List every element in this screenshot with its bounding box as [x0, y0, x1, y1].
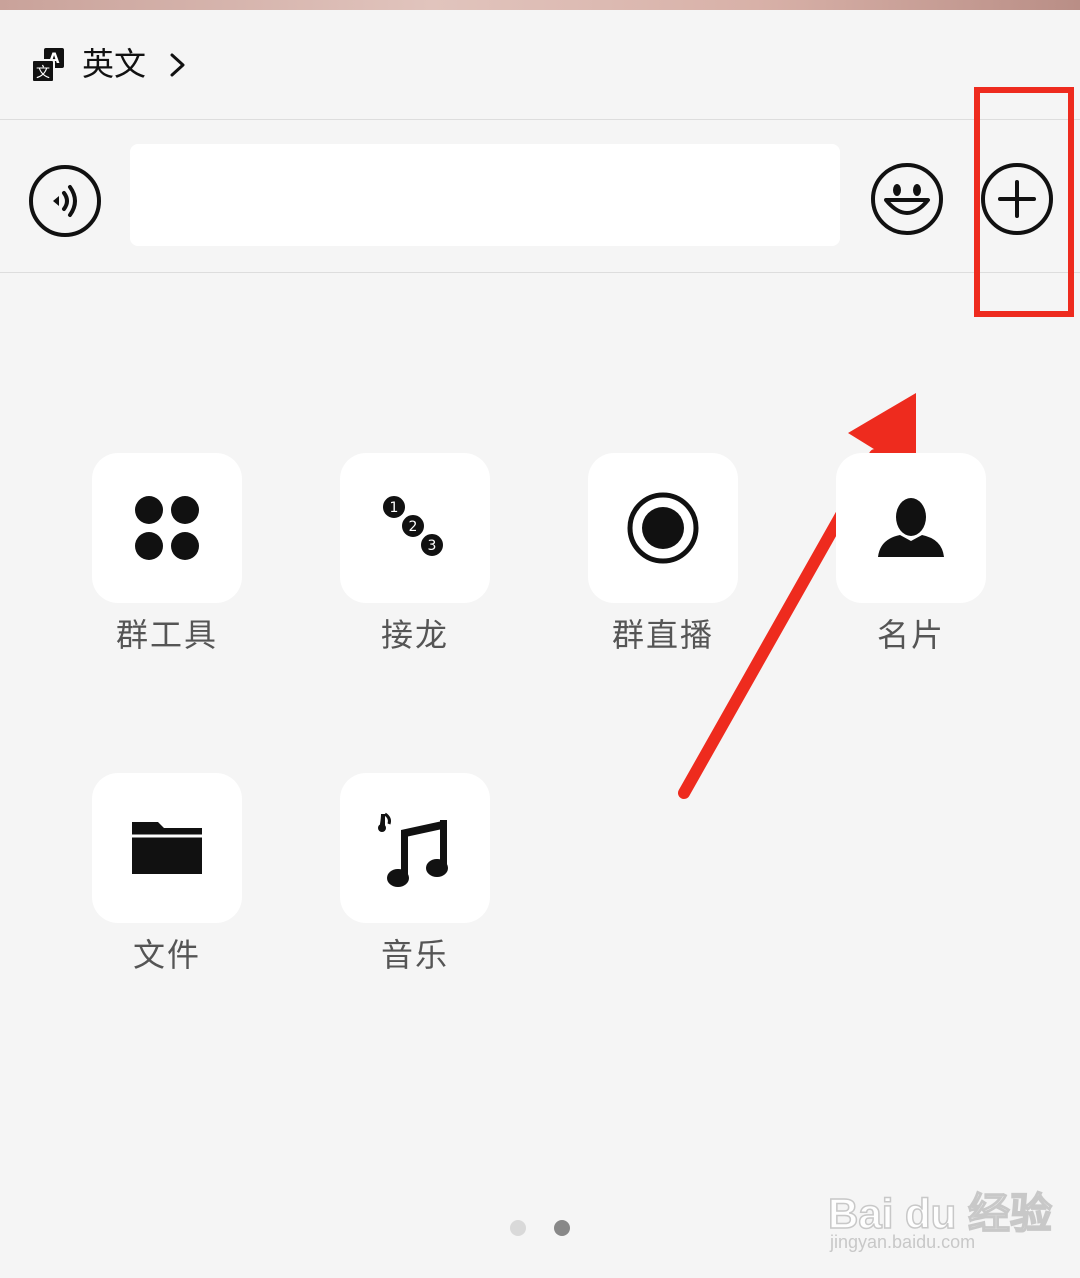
translate-icon: A 文	[31, 48, 64, 83]
tool-label: 群直播	[611, 616, 714, 654]
tool-label: 文件	[132, 936, 201, 974]
folder-icon	[132, 822, 202, 874]
page-dot-active[interactable]	[554, 1220, 570, 1236]
contact-card-icon	[878, 498, 944, 557]
page-dot[interactable]	[510, 1220, 526, 1236]
tool-tile[interactable]	[92, 453, 242, 603]
svg-text:文: 文	[36, 65, 50, 81]
tool-label: 群工具	[115, 616, 218, 654]
translate-language-label[interactable]: 英文	[82, 44, 146, 84]
voice-input-icon[interactable]	[28, 164, 102, 238]
tool-group-tools[interactable]: 群工具	[92, 453, 242, 663]
background-photo-strip	[0, 0, 1080, 10]
tool-music[interactable]: 音乐	[340, 773, 490, 983]
group-tools-icon	[135, 496, 199, 560]
tool-tile[interactable]	[340, 773, 490, 923]
tool-tile[interactable]: 1 2 3	[340, 453, 490, 603]
chevron-right-icon[interactable]	[168, 52, 188, 78]
tool-live[interactable]: 群直播	[588, 453, 738, 663]
emoji-icon[interactable]	[870, 162, 944, 236]
page-indicator	[510, 1220, 580, 1236]
tool-label: 音乐	[380, 936, 449, 974]
watermark-url: jingyan.baidu.com	[830, 1232, 976, 1252]
translate-bar[interactable]: A 文 英文	[0, 10, 1080, 120]
live-icon	[627, 492, 699, 564]
tool-tile[interactable]	[92, 773, 242, 923]
tool-tile[interactable]	[836, 453, 986, 603]
svg-text:1: 1	[390, 500, 399, 516]
chain-icon: 1 2 3	[381, 494, 445, 558]
chat-input-bar	[0, 120, 1080, 273]
annotation-highlight-box	[974, 87, 1074, 317]
tool-label: 接龙	[380, 616, 449, 654]
tool-tile[interactable]	[588, 453, 738, 603]
tool-contact-card[interactable]: 名片	[836, 453, 986, 663]
baidu-watermark: Bai du 经验 jingyan.baidu.com	[827, 1160, 1053, 1260]
tool-label: 名片	[876, 616, 945, 654]
message-input[interactable]	[130, 144, 840, 246]
tool-chain[interactable]: 1 2 3 接龙	[340, 453, 490, 663]
music-icon	[378, 812, 448, 887]
tool-file[interactable]: 文件	[92, 773, 242, 983]
svg-text:2: 2	[409, 519, 418, 535]
svg-text:3: 3	[428, 538, 437, 554]
